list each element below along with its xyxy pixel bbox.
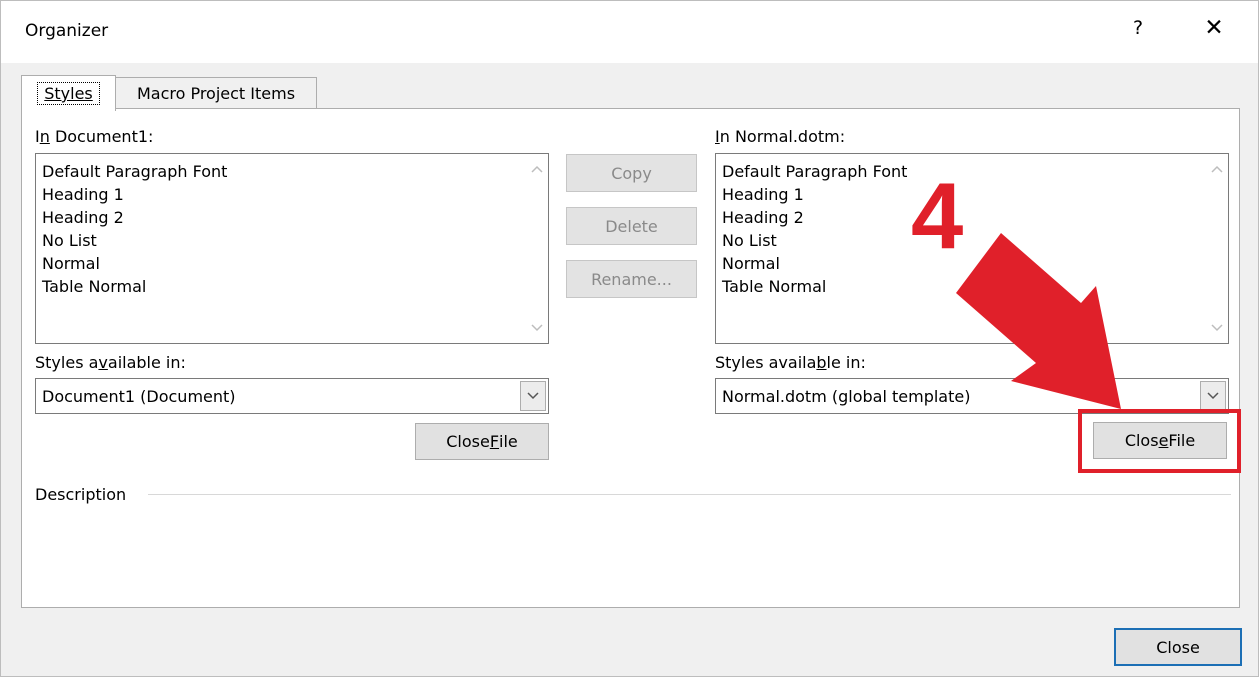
list-item[interactable]: Heading 1	[42, 183, 227, 206]
list-item[interactable]: Table Normal	[42, 275, 227, 298]
organizer-dialog: Organizer ? ✕ Styles Macro Project Items…	[0, 0, 1259, 677]
tab-macro-label: Macro Project Items	[136, 84, 296, 103]
scroll-up-icon[interactable]	[1211, 164, 1223, 176]
tab-styles-text: Styles	[44, 84, 93, 103]
chevron-down-icon[interactable]	[520, 381, 546, 411]
left-list-label: In Document1:	[35, 127, 154, 146]
close-icon[interactable]: ✕	[1201, 15, 1227, 41]
right-close-file-button[interactable]: Clos e File	[1093, 422, 1227, 459]
list-item[interactable]: Default Paragraph Font	[722, 160, 907, 183]
list-item[interactable]: Heading 1	[722, 183, 907, 206]
close-button[interactable]: Close	[1114, 628, 1242, 666]
help-button[interactable]: ?	[1128, 17, 1148, 39]
left-close-file-button[interactable]: Close File	[415, 423, 549, 460]
annotation-arrow-icon	[956, 233, 1121, 409]
dialog-title: Organizer	[25, 21, 109, 41]
description-divider	[148, 494, 1231, 495]
list-item[interactable]: Normal	[722, 252, 907, 275]
left-available-label: Styles available in:	[35, 353, 186, 372]
list-item[interactable]: Default Paragraph Font	[42, 160, 227, 183]
description-label: Description	[35, 485, 127, 504]
copy-button[interactable]: Copy	[566, 154, 697, 192]
left-styles-available-select[interactable]: Document1 (Document)	[35, 378, 549, 414]
right-list-label: In Normal.dotm:	[715, 127, 846, 146]
list-item[interactable]: No List	[42, 229, 227, 252]
tab-macro-project-items[interactable]: Macro Project Items	[115, 77, 317, 109]
chevron-down-icon[interactable]	[1200, 381, 1226, 411]
scroll-down-icon[interactable]	[1211, 323, 1223, 335]
right-available-label: Styles available in:	[715, 353, 866, 372]
left-combo-value: Document1 (Document)	[42, 387, 236, 406]
left-list-scrollbar[interactable]	[526, 154, 548, 343]
left-styles-list[interactable]: Default Paragraph Font Heading 1 Heading…	[35, 153, 549, 344]
right-list-scrollbar[interactable]	[1206, 154, 1228, 343]
rename-button[interactable]: Rename...	[566, 260, 697, 298]
list-item[interactable]: Normal	[42, 252, 227, 275]
list-item[interactable]: Heading 2	[42, 206, 227, 229]
right-combo-value: Normal.dotm (global template)	[722, 387, 971, 406]
tab-styles-label: Styles	[37, 82, 100, 105]
list-item[interactable]: Table Normal	[722, 275, 907, 298]
scroll-up-icon[interactable]	[531, 164, 543, 176]
scroll-down-icon[interactable]	[531, 323, 543, 335]
list-item[interactable]: Heading 2	[722, 206, 907, 229]
delete-button[interactable]: Delete	[566, 207, 697, 245]
tab-styles[interactable]: Styles	[21, 75, 116, 111]
title-bar: Organizer ? ✕	[1, 1, 1258, 63]
list-item[interactable]: No List	[722, 229, 907, 252]
